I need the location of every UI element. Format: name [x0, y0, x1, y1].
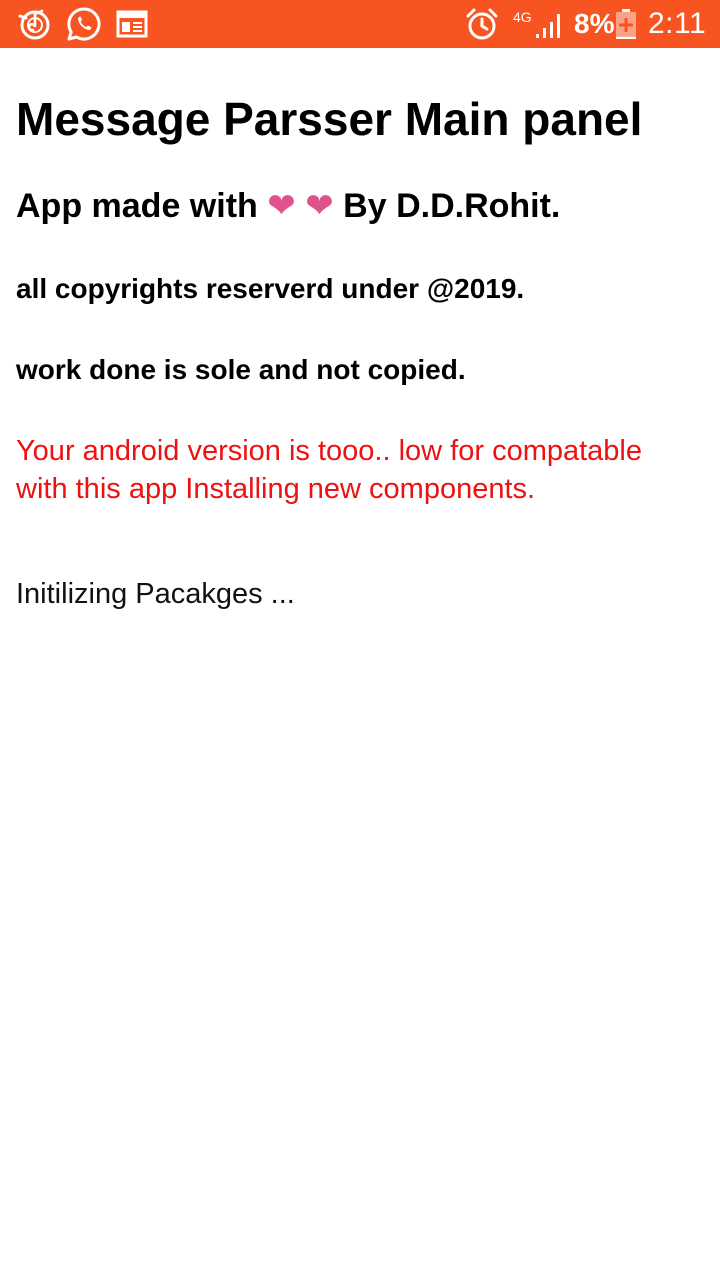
status-bar: 4G 8% 2:11: [0, 0, 720, 48]
network-type: 4G: [513, 9, 532, 25]
heart-icon: ❤: [305, 187, 334, 225]
credit-line: App made with ❤ ❤ By D.D.Rohit.: [16, 186, 560, 226]
clock-time: 2:11: [648, 7, 707, 40]
credit-prefix: App made with: [16, 187, 258, 225]
page-title: Message Parsser Main panel: [16, 93, 643, 145]
battery-percentage: 8%: [574, 8, 615, 39]
credit-suffix: By D.D.Rohit.: [343, 187, 561, 225]
battery-charging-icon: [614, 8, 638, 40]
music-app-icon: [17, 6, 53, 42]
signal-icon: [534, 10, 566, 40]
heart-icon: ❤: [267, 187, 296, 225]
news-app-icon: [114, 6, 150, 42]
copyright-text: all copyrights reserverd under @2019.: [16, 273, 525, 304]
android-version-warning: Your android version is tooo.. low for c…: [16, 435, 643, 505]
initializing-status: Initilizing Pacakges ...: [16, 578, 295, 610]
originality-text: work done is sole and not copied.: [16, 354, 466, 385]
alarm-clock-icon: [464, 6, 500, 42]
whatsapp-icon: [66, 6, 102, 42]
